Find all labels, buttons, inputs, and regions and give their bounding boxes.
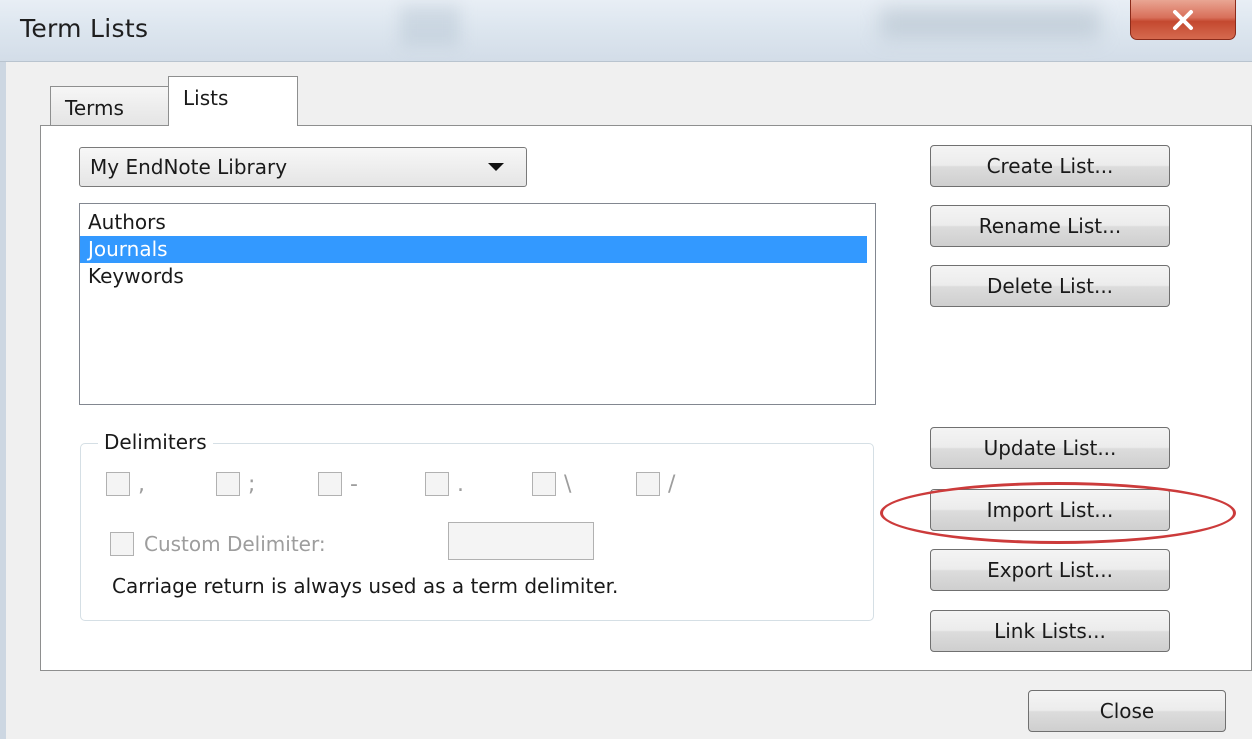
window-close-button[interactable] xyxy=(1130,0,1236,40)
background-blur xyxy=(400,6,460,46)
dropdown-arrow-icon xyxy=(488,163,504,171)
export-list-button[interactable]: Export List... xyxy=(930,549,1170,591)
delimiter-period-label: . xyxy=(457,471,464,497)
close-button[interactable]: Close xyxy=(1028,690,1226,732)
custom-delimiter-input[interactable] xyxy=(448,522,594,560)
delimiter-period[interactable]: . xyxy=(425,471,464,497)
title-bar: Term Lists xyxy=(0,0,1252,62)
delimiter-semicolon-checkbox[interactable] xyxy=(216,472,240,496)
close-icon xyxy=(1173,9,1193,30)
update-list-button[interactable]: Update List... xyxy=(930,427,1170,469)
list-item-keywords[interactable]: Keywords xyxy=(80,263,875,290)
delimiter-slash[interactable]: / xyxy=(636,471,675,497)
delimiter-comma-checkbox[interactable] xyxy=(106,472,130,496)
delimiter-hyphen-checkbox[interactable] xyxy=(318,472,342,496)
library-select-value: My EndNote Library xyxy=(90,155,288,179)
delimiter-semicolon[interactable]: ; xyxy=(216,471,255,497)
delimiter-period-checkbox[interactable] xyxy=(425,472,449,496)
tab-terms-label: Terms xyxy=(65,96,124,120)
term-lists-listbox[interactable]: Authors Journals Keywords xyxy=(79,203,876,405)
custom-delimiter-option[interactable]: Custom Delimiter: xyxy=(110,532,326,556)
delimiter-comma[interactable]: , xyxy=(106,471,145,497)
tab-lists-label: Lists xyxy=(183,86,229,110)
delimiter-comma-label: , xyxy=(138,471,145,497)
delimiters-label: Delimiters xyxy=(98,430,213,454)
delimiter-backslash-checkbox[interactable] xyxy=(532,472,556,496)
delimiter-hyphen-label: - xyxy=(350,471,358,497)
window-border xyxy=(0,62,6,739)
link-lists-button[interactable]: Link Lists... xyxy=(930,610,1170,652)
create-list-button[interactable]: Create List... xyxy=(930,145,1170,187)
list-item-authors[interactable]: Authors xyxy=(80,209,875,236)
delimiter-slash-checkbox[interactable] xyxy=(636,472,660,496)
window-title: Term Lists xyxy=(20,14,149,43)
library-select[interactable]: My EndNote Library xyxy=(79,147,527,187)
delimiter-slash-label: / xyxy=(668,471,676,497)
delimiter-semicolon-label: ; xyxy=(248,471,256,497)
custom-delimiter-checkbox[interactable] xyxy=(110,532,134,556)
delimiter-hyphen[interactable]: - xyxy=(318,471,358,497)
custom-delimiter-label: Custom Delimiter: xyxy=(144,532,326,556)
list-item-journals[interactable]: Journals xyxy=(80,236,867,263)
delimiter-note: Carriage return is always used as a term… xyxy=(112,574,619,598)
tab-terms[interactable]: Terms xyxy=(50,86,170,126)
delete-list-button[interactable]: Delete List... xyxy=(930,265,1170,307)
background-blur xyxy=(880,8,1100,38)
delimiter-backslash[interactable]: \ xyxy=(532,471,571,497)
rename-list-button[interactable]: Rename List... xyxy=(930,205,1170,247)
delimiter-backslash-label: \ xyxy=(564,471,572,497)
tab-lists[interactable]: Lists xyxy=(168,76,298,126)
import-list-button[interactable]: Import List... xyxy=(930,489,1170,531)
